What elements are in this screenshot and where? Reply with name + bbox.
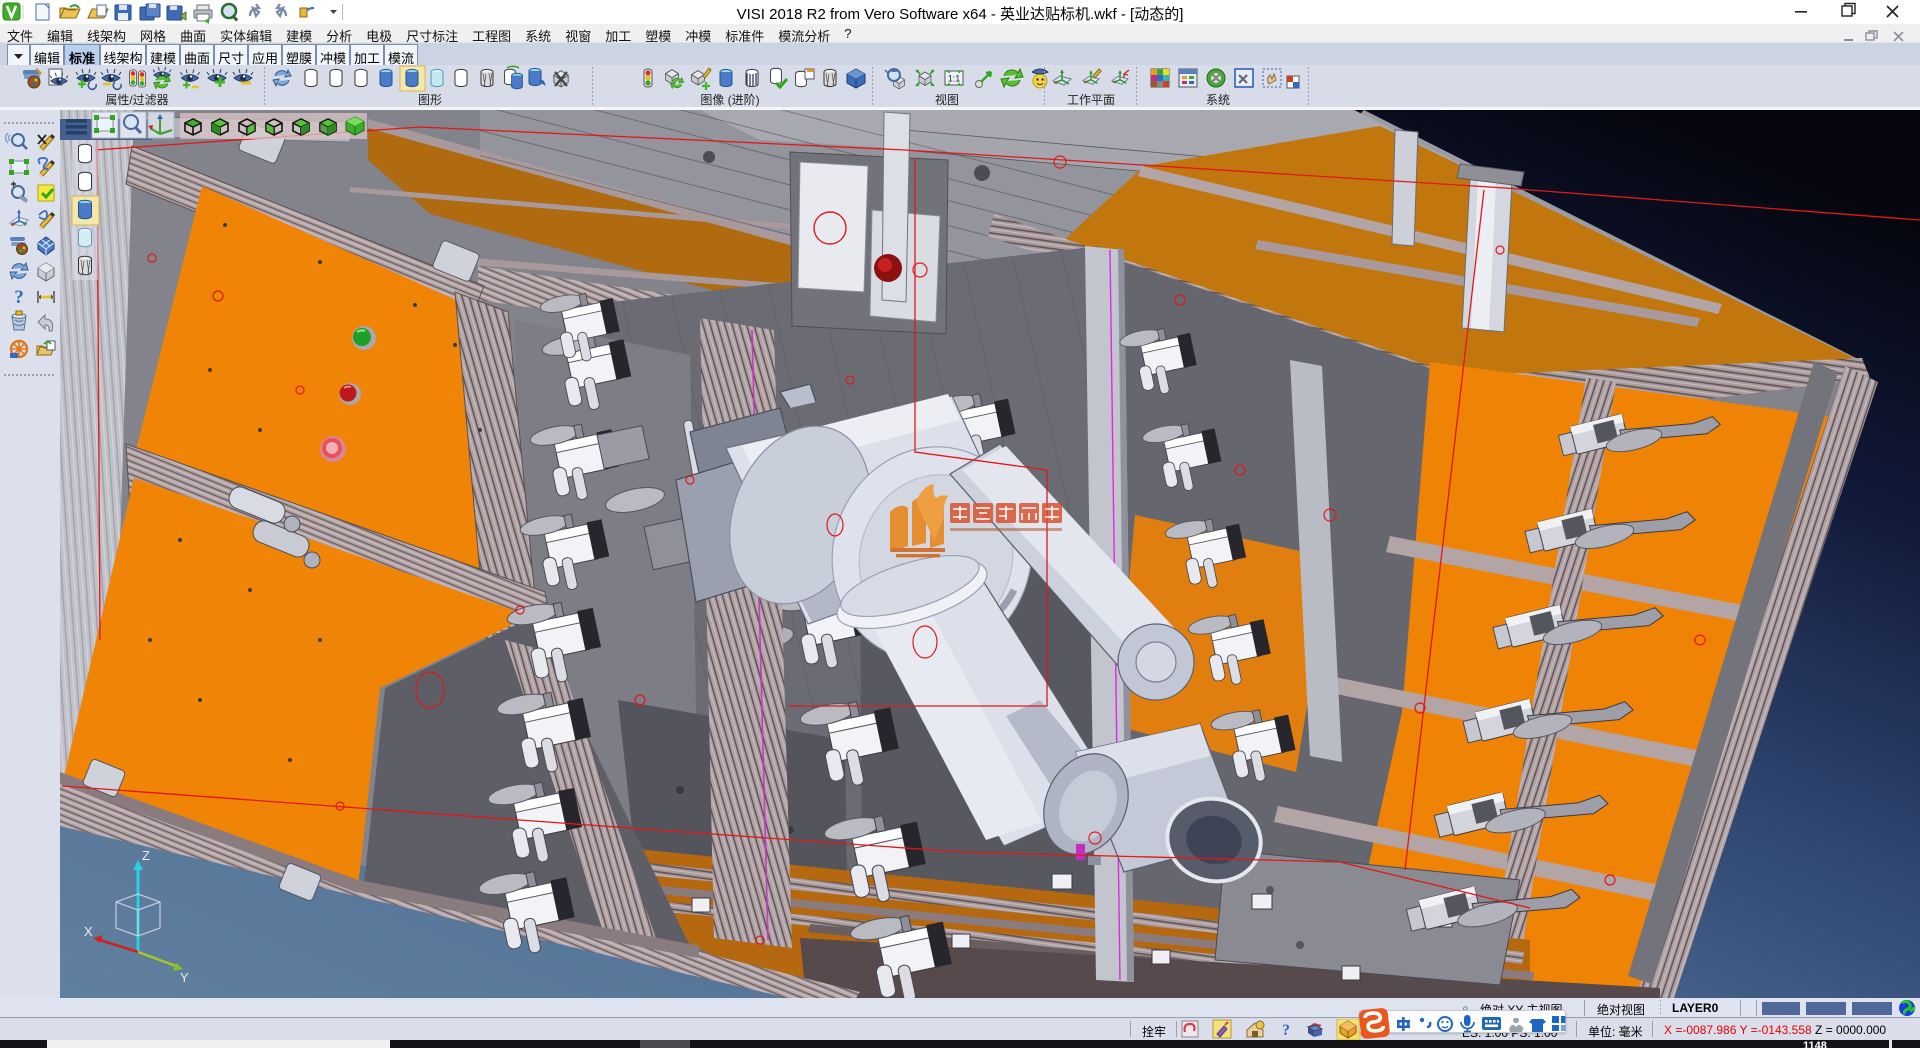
- svg-text:Y: Y: [180, 970, 189, 985]
- svg-text:Z: Z: [142, 848, 150, 863]
- svg-text:系统: 系统: [1206, 93, 1230, 107]
- svg-text:属性/过滤器: 属性/过滤器: [105, 93, 168, 107]
- svg-text:7: 7: [1520, 1027, 1524, 1034]
- svg-text:图形: 图形: [418, 93, 442, 107]
- svg-text:?: ?: [14, 287, 24, 308]
- svg-text:视图: 视图: [935, 92, 959, 107]
- svg-text:图像 (进阶): 图像 (进阶): [700, 93, 759, 107]
- svg-text:工作平面: 工作平面: [1067, 93, 1115, 107]
- svg-text:1:1: 1:1: [948, 74, 961, 84]
- svg-text:X: X: [84, 924, 93, 939]
